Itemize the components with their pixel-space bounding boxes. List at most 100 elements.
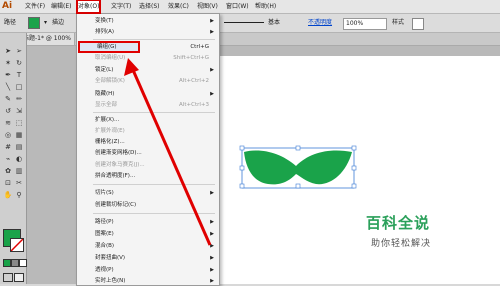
magic-wand-tool-icon[interactable]: ✶ xyxy=(3,59,13,68)
gradient-mode-icon[interactable] xyxy=(11,259,19,267)
menu-separator xyxy=(93,39,215,40)
menu-item-show-all: 显示全部 Alt+Ctrl+3 xyxy=(95,102,209,108)
style-swatch[interactable] xyxy=(412,18,424,30)
menu-item-arrange[interactable]: 排列(A) ▶ xyxy=(77,27,219,37)
brush-label[interactable]: 基本 xyxy=(268,14,280,32)
pencil-tool-icon[interactable]: ✏ xyxy=(14,95,24,104)
control-bar: 路径 ▾ 描边 基本 不透明度 100% 样式 xyxy=(0,14,500,33)
menu-type[interactable]: 文字(T) xyxy=(110,0,132,13)
path-label: 路径 xyxy=(4,19,17,26)
opacity-link[interactable]: 不透明度 xyxy=(308,14,332,32)
rectangle-tool-icon[interactable]: □ xyxy=(14,83,24,92)
menu-item-group[interactable]: 编组(G) xyxy=(78,41,140,53)
menu-item-expand[interactable]: 扩展(X)... xyxy=(77,115,219,125)
zoom-tool-icon[interactable]: ⚲ xyxy=(14,191,24,200)
type-tool-icon[interactable]: T xyxy=(14,71,24,80)
menu-object[interactable]: 对象(O) xyxy=(75,0,102,14)
menu-item-ungroup: 取消编组(U) Shift+Ctrl+G xyxy=(95,55,209,61)
handle-top-middle[interactable] xyxy=(295,145,301,151)
none-mode-icon[interactable] xyxy=(19,259,27,267)
line-tool-icon[interactable]: ╲ xyxy=(3,83,13,92)
handle-bottom-left[interactable] xyxy=(239,183,245,189)
menu-item-expand-appearance: 扩展外观(E) xyxy=(95,128,125,134)
menu-select[interactable]: 选择(S) xyxy=(138,0,161,13)
stroke-label: 描边 xyxy=(52,19,65,26)
menu-item-unlock-all: 全部解锁(K) Alt+Ctrl+2 xyxy=(95,78,209,84)
mustache-shape[interactable] xyxy=(238,144,358,190)
menu-item-rasterize[interactable]: 栅格化(Z)... xyxy=(77,137,219,147)
draw-normal-icon[interactable] xyxy=(3,273,13,282)
symbol-sprayer-tool-icon[interactable]: ✿ xyxy=(3,167,13,176)
shape-builder-tool-icon[interactable]: ◎ xyxy=(3,131,13,140)
selection-tool-icon[interactable]: ➤ xyxy=(3,47,13,56)
gradient-tool-icon[interactable]: ▤ xyxy=(14,143,24,152)
scale-tool-icon[interactable]: ⇲ xyxy=(14,107,24,116)
menu-separator xyxy=(93,213,215,214)
menu-window[interactable]: 窗口(W) xyxy=(225,0,250,13)
submenu-arrow-icon: ▶ xyxy=(210,219,214,225)
graph-tool-icon[interactable]: ▥ xyxy=(14,167,24,176)
hand-tool-icon[interactable]: ✋ xyxy=(3,191,13,200)
menu-item-flatten-transparency[interactable]: 拼合透明度(F)... xyxy=(77,171,219,181)
handle-top-left[interactable] xyxy=(239,145,245,151)
fill-swatch[interactable] xyxy=(28,17,40,29)
menu-edit[interactable]: 编辑(E) xyxy=(50,0,72,13)
menu-item-object-mosaic: 创建对象马赛克(J)... xyxy=(95,162,145,168)
menu-help[interactable]: 帮助(H) xyxy=(254,0,277,13)
submenu-arrow-icon: ▶ xyxy=(210,67,214,73)
submenu-arrow-icon: ▶ xyxy=(210,267,214,273)
watermark-subtitle: 助你轻松解决 xyxy=(371,239,432,249)
handle-middle-left[interactable] xyxy=(239,165,245,171)
object-menu-dropdown: 变换(T) ▶ 排列(A) ▶ 编组(G) Ctrl+G 取消编组(U) Shift+… xyxy=(76,13,220,286)
submenu-arrow-icon: ▶ xyxy=(210,190,214,196)
pen-tool-icon[interactable]: ✒ xyxy=(3,71,13,80)
mesh-tool-icon[interactable]: # xyxy=(3,143,13,152)
handle-middle-right[interactable] xyxy=(351,165,357,171)
menu-item-crop-marks[interactable]: 创建裁切标记(C) xyxy=(77,200,219,210)
screen-mode-icon[interactable] xyxy=(14,273,24,282)
handle-top-right[interactable] xyxy=(351,145,357,151)
eyedropper-tool-icon[interactable]: ⌁ xyxy=(3,155,13,164)
rotate-tool-icon[interactable]: ↺ xyxy=(3,107,13,116)
lasso-tool-icon[interactable]: ↻ xyxy=(14,59,24,68)
handle-bottom-middle[interactable] xyxy=(295,183,301,189)
menu-item-hide[interactable]: 隐藏(H) ▶ xyxy=(77,89,219,99)
chevron-down-icon[interactable]: ▾ xyxy=(44,14,47,32)
menu-item-transform[interactable]: 变换(T) ▶ xyxy=(77,16,219,26)
app-logo: Ai xyxy=(2,1,13,11)
menu-effect[interactable]: 效果(C) xyxy=(167,0,190,13)
menu-item-gradient-mesh[interactable]: 创建渐变网格(D)... xyxy=(77,148,219,158)
menu-item-blend[interactable]: 混合(B) ▶ xyxy=(77,241,219,251)
submenu-arrow-icon: ▶ xyxy=(210,255,214,261)
direct-selection-tool-icon[interactable]: ➢ xyxy=(14,47,24,56)
opacity-input[interactable]: 100% xyxy=(343,18,387,30)
submenu-arrow-icon: ▶ xyxy=(210,278,214,284)
artboard-tool-icon[interactable]: ⊡ xyxy=(3,179,13,188)
none-slash-icon xyxy=(10,238,24,252)
menu-separator xyxy=(93,184,215,185)
stroke-color-box[interactable] xyxy=(10,238,24,252)
menu-item-live-paint[interactable]: 实时上色(N) ▶ xyxy=(77,276,219,286)
menu-item-pattern[interactable]: 图案(E) ▶ xyxy=(77,229,219,239)
perspective-tool-icon[interactable]: ▦ xyxy=(14,131,24,140)
menu-bar: Ai 文件(F) 编辑(E) 对象(O) 文字(T) 选择(S) 效果(C) 视… xyxy=(0,0,500,14)
blend-tool-icon[interactable]: ◐ xyxy=(14,155,24,164)
brush-tool-icon[interactable]: ✎ xyxy=(3,95,13,104)
menu-item-slice[interactable]: 切片(S) ▶ xyxy=(77,188,219,198)
style-label: 样式 xyxy=(392,19,405,26)
warp-tool-icon[interactable]: ≋ xyxy=(3,119,13,128)
menu-file[interactable]: 文件(F) xyxy=(24,0,46,13)
menu-item-path[interactable]: 路径(P) ▶ xyxy=(77,217,219,227)
menu-item-lock[interactable]: 锁定(L) ▶ xyxy=(77,65,219,75)
free-transform-tool-icon[interactable]: ⬚ xyxy=(14,119,24,128)
menu-view[interactable]: 视图(V) xyxy=(196,0,219,13)
color-mode-icon[interactable] xyxy=(3,259,11,267)
handle-bottom-right[interactable] xyxy=(351,183,357,189)
submenu-arrow-icon: ▶ xyxy=(210,29,214,35)
menu-item-perspective[interactable]: 透视(P) ▶ xyxy=(77,265,219,275)
menu-item-envelope-distort[interactable]: 封套扭曲(V) ▶ xyxy=(77,253,219,263)
submenu-arrow-icon: ▶ xyxy=(210,91,214,97)
slice-tool-icon[interactable]: ✂ xyxy=(14,179,24,188)
toolbox: ➤ ➢ ✶ ↻ ✒ T ╲ □ ✎ ✏ ↺ ⇲ ≋ ⬚ ◎ ▦ # ▤ ⌁ ◐ … xyxy=(0,33,27,284)
submenu-arrow-icon: ▶ xyxy=(210,243,214,249)
